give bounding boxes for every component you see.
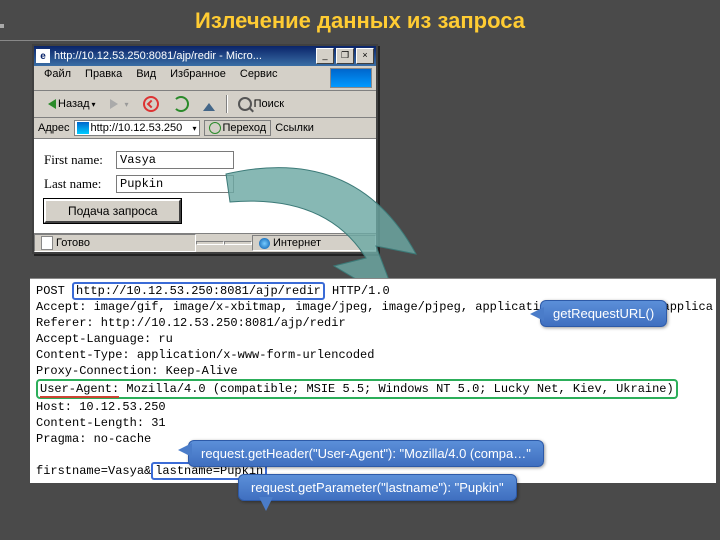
- http-content-length: Content-Length: 31: [36, 416, 166, 430]
- http-pragma: Pragma: no-cache: [36, 432, 151, 446]
- go-button[interactable]: Переход: [204, 120, 272, 136]
- minimize-button[interactable]: _: [316, 48, 334, 64]
- home-icon: [203, 97, 215, 111]
- menu-view[interactable]: Вид: [130, 68, 162, 88]
- callout-text: request.getHeader("User-Agent"): "Mozill…: [201, 446, 531, 461]
- submit-button[interactable]: Подача запроса: [44, 199, 181, 223]
- arrow-right-icon: [110, 99, 123, 109]
- titlebar: e http://10.12.53.250:8081/ajp/redir - M…: [34, 46, 376, 66]
- menu-edit[interactable]: Правка: [79, 68, 128, 88]
- status-ready: Готово: [34, 234, 196, 252]
- http-method: POST: [36, 284, 72, 298]
- chevron-down-icon[interactable]: ▾: [192, 124, 196, 133]
- forward-button[interactable]: ▾: [105, 96, 134, 112]
- search-button[interactable]: Поиск: [233, 94, 289, 114]
- menu-favorites[interactable]: Избранное: [164, 68, 232, 88]
- close-button[interactable]: ×: [356, 48, 374, 64]
- chevron-down-icon: ▾: [92, 100, 96, 109]
- stop-button[interactable]: [138, 93, 164, 115]
- back-label: Назад: [58, 98, 90, 110]
- menu-file[interactable]: Файл: [38, 68, 77, 88]
- first-name-input[interactable]: Vasya: [116, 151, 234, 169]
- refresh-icon: [173, 96, 189, 112]
- window-title: http://10.12.53.250:8081/ajp/redir - Mic…: [54, 50, 314, 62]
- go-label: Переход: [223, 122, 267, 134]
- browser-window: e http://10.12.53.250:8081/ajp/redir - M…: [32, 44, 378, 254]
- http-user-agent-line: User-Agent: Mozilla/4.0 (compatible; MSI…: [36, 379, 678, 399]
- callout-tail-icon: [259, 497, 273, 518]
- toolbar: Назад ▾ ▾ Поиск: [34, 91, 376, 118]
- slide-divider: [0, 40, 140, 41]
- http-version: HTTP/1.0: [325, 284, 390, 298]
- status-cell: [196, 241, 224, 245]
- address-bar: Адрес http://10.12.53.250 ▾ Переход Ссыл…: [34, 118, 376, 139]
- http-referer: Referer: http://10.12.53.250:8081/ajp/re…: [36, 316, 346, 330]
- last-name-label: Last name:: [44, 176, 112, 192]
- status-bar: Готово Интернет: [34, 233, 376, 252]
- callout-getheader: request.getHeader("User-Agent"): "Mozill…: [188, 440, 544, 467]
- address-label: Адрес: [38, 122, 70, 134]
- callout-tail-icon: [523, 307, 544, 321]
- menu-tools[interactable]: Сервис: [234, 68, 284, 88]
- refresh-button[interactable]: [168, 93, 194, 115]
- page-icon: [77, 122, 89, 134]
- back-button[interactable]: Назад ▾: [38, 95, 101, 113]
- slide-title: Излечение данных из запроса: [0, 8, 720, 34]
- page-content: First name: Vasya Last name: Pupkin Пода…: [34, 139, 376, 233]
- maximize-button[interactable]: ❐: [336, 48, 354, 64]
- http-user-agent-val: Mozilla/4.0 (compatible; MSIE 5.5; Windo…: [119, 382, 674, 396]
- status-zone: Интернет: [252, 235, 376, 251]
- ie-icon: e: [36, 49, 50, 63]
- callout-getrequesturl: getRequestURL(): [540, 300, 667, 327]
- home-button[interactable]: [198, 94, 220, 114]
- first-name-label: First name:: [44, 152, 112, 168]
- toolbar-separator: [226, 95, 227, 113]
- address-value: http://10.12.53.250: [91, 122, 183, 134]
- last-name-input[interactable]: Pupkin: [116, 175, 234, 193]
- status-ready-label: Готово: [56, 237, 90, 249]
- chevron-down-icon: ▾: [125, 100, 129, 109]
- status-zone-label: Интернет: [273, 237, 321, 249]
- callout-getparameter: request.getParameter("lastname"): "Pupki…: [238, 474, 517, 501]
- callout-tail-icon: [171, 443, 192, 457]
- arrow-left-icon: [43, 99, 56, 109]
- ie-throbber-icon: [330, 68, 372, 88]
- stop-icon: [143, 96, 159, 112]
- callout-text: getRequestURL(): [553, 306, 654, 321]
- first-name-row: First name: Vasya: [44, 151, 366, 169]
- http-url: http://10.12.53.250:8081/ajp/redir: [72, 282, 325, 300]
- globe-icon: [259, 238, 270, 249]
- links-label[interactable]: Ссылки: [275, 122, 314, 134]
- http-host: Host: 10.12.53.250: [36, 400, 166, 414]
- last-name-row: Last name: Pupkin: [44, 175, 366, 193]
- http-accept-language: Accept-Language: ru: [36, 332, 173, 346]
- http-proxy-connection: Proxy-Connection: Keep-Alive: [36, 364, 238, 378]
- go-icon: [209, 122, 221, 134]
- http-body-a: firstname=Vasya&: [36, 464, 151, 478]
- status-cell: [224, 241, 252, 245]
- callout-text: request.getParameter("lastname"): "Pupki…: [251, 480, 504, 495]
- http-user-agent-key: User-Agent:: [40, 382, 119, 398]
- address-input[interactable]: http://10.12.53.250 ▾: [74, 120, 200, 136]
- search-icon: [238, 97, 252, 111]
- menubar: Файл Правка Вид Избранное Сервис: [34, 66, 376, 91]
- search-label: Поиск: [254, 98, 284, 110]
- document-icon: [41, 236, 53, 250]
- http-content-type: Content-Type: application/x-www-form-url…: [36, 348, 374, 362]
